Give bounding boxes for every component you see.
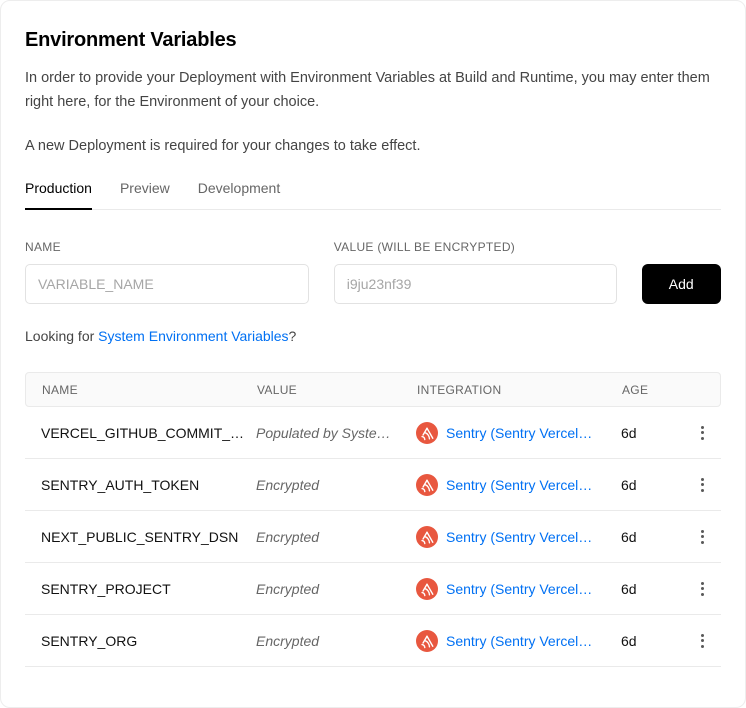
header-value: VALUE — [257, 383, 417, 397]
integration-link[interactable]: Sentry (Sentry Vercel… — [446, 581, 592, 597]
env-var-name: NEXT_PUBLIC_SENTRY_DSN — [25, 529, 256, 545]
page-title: Environment Variables — [25, 1, 721, 52]
integration-link[interactable]: Sentry (Sentry Vercel… — [446, 633, 592, 649]
env-var-value: Encrypted — [256, 477, 416, 493]
row-menu-button[interactable] — [693, 524, 712, 550]
system-env-hint-prefix: Looking for — [25, 328, 98, 344]
variable-name-input[interactable] — [25, 264, 309, 304]
row-menu-button[interactable] — [693, 628, 712, 654]
env-var-age: 6d — [621, 425, 683, 441]
env-var-name: SENTRY_PROJECT — [25, 581, 256, 597]
env-var-value: Populated by Syste… — [256, 425, 416, 441]
environment-variables-panel: Environment Variables In order to provid… — [0, 0, 746, 708]
env-var-value: Encrypted — [256, 581, 416, 597]
env-var-age: 6d — [621, 477, 683, 493]
variable-value-input[interactable] — [334, 264, 617, 304]
integration-link[interactable]: Sentry (Sentry Vercel… — [446, 477, 592, 493]
kebab-menu-icon — [701, 582, 704, 585]
env-var-age: 6d — [621, 581, 683, 597]
row-menu-button[interactable] — [693, 420, 712, 446]
header-integration: INTEGRATION — [417, 383, 622, 397]
env-var-row: SENTRY_ORG Encrypted Sentry (Sentry Verc… — [25, 615, 721, 667]
env-var-name: SENTRY_ORG — [25, 633, 256, 649]
description-paragraph-2: A new Deployment is required for your ch… — [25, 134, 717, 158]
tab-preview[interactable]: Preview — [120, 180, 170, 210]
env-var-row: SENTRY_PROJECT Encrypted Sentry (Sentry … — [25, 563, 721, 615]
table-header-row: NAME VALUE INTEGRATION AGE — [25, 372, 721, 407]
kebab-menu-icon — [701, 530, 704, 533]
env-var-row: NEXT_PUBLIC_SENTRY_DSN Encrypted Sentry … — [25, 511, 721, 563]
integration-link[interactable]: Sentry (Sentry Vercel… — [446, 529, 592, 545]
tab-development[interactable]: Development — [198, 180, 281, 210]
sentry-icon — [416, 630, 438, 652]
system-env-hint-suffix: ? — [289, 328, 297, 344]
add-button[interactable]: Add — [642, 264, 721, 304]
env-var-row: VERCEL_GITHUB_COMMIT_… Populated by Syst… — [25, 407, 721, 459]
add-variable-form: NAME VALUE (WILL BE ENCRYPTED) Add — [25, 240, 721, 304]
tab-production[interactable]: Production — [25, 180, 92, 210]
row-menu-button[interactable] — [693, 576, 712, 602]
sentry-icon — [416, 474, 438, 496]
value-field-label: VALUE (WILL BE ENCRYPTED) — [334, 240, 617, 254]
description-paragraph-1: In order to provide your Deployment with… — [25, 66, 717, 114]
env-var-age: 6d — [621, 633, 683, 649]
system-env-hint: Looking for System Environment Variables… — [25, 328, 721, 344]
kebab-menu-icon — [701, 634, 704, 637]
sentry-icon — [416, 578, 438, 600]
name-field-label: NAME — [25, 240, 309, 254]
sentry-icon — [416, 422, 438, 444]
kebab-menu-icon — [701, 426, 704, 429]
env-var-name: VERCEL_GITHUB_COMMIT_… — [25, 425, 256, 441]
env-var-value: Encrypted — [256, 529, 416, 545]
system-env-variables-link[interactable]: System Environment Variables — [98, 328, 288, 344]
environment-tabs: Production Preview Development — [25, 180, 721, 210]
header-name: NAME — [26, 383, 257, 397]
env-var-age: 6d — [621, 529, 683, 545]
row-menu-button[interactable] — [693, 472, 712, 498]
sentry-icon — [416, 526, 438, 548]
env-var-name: SENTRY_AUTH_TOKEN — [25, 477, 256, 493]
env-variables-table: NAME VALUE INTEGRATION AGE VERCEL_GITHUB… — [25, 372, 721, 667]
env-var-row: SENTRY_AUTH_TOKEN Encrypted Sentry (Sent… — [25, 459, 721, 511]
env-var-value: Encrypted — [256, 633, 416, 649]
integration-link[interactable]: Sentry (Sentry Vercel… — [446, 425, 592, 441]
header-age: AGE — [622, 383, 684, 397]
kebab-menu-icon — [701, 478, 704, 481]
